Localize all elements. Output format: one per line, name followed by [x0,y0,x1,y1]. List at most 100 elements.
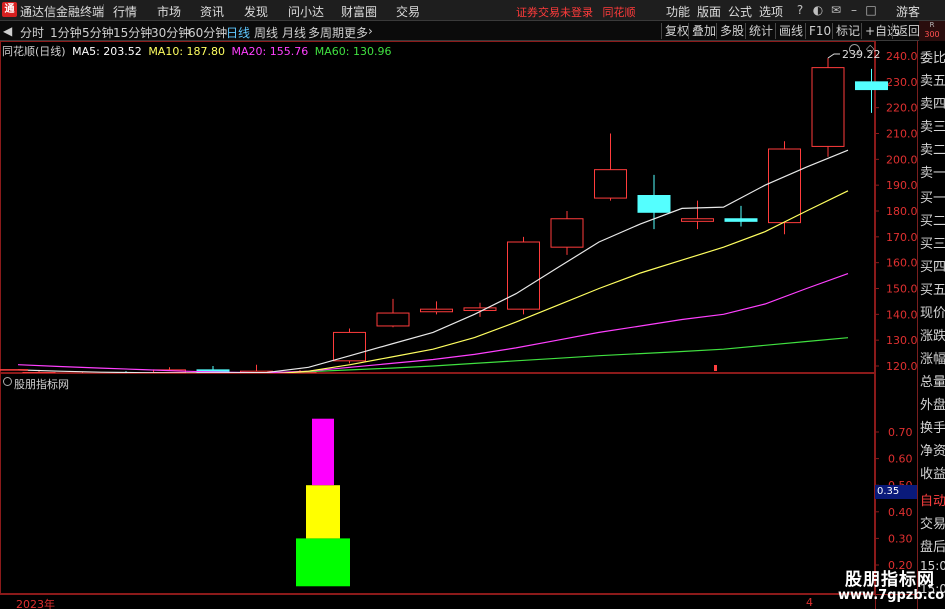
side-panel-item: 买一 [920,191,945,206]
candle-body [594,169,627,199]
side-panel-item: 交易 [920,517,945,532]
period-tab-60min[interactable]: 60分钟 [188,24,227,41]
side-panel-item: 收益 [920,467,945,482]
menu-item-formula[interactable]: 公式 [728,3,752,20]
price-tick-label: 190.0 [886,179,917,192]
side-panel-item: 换手 [920,421,945,436]
menu-item-function[interactable]: 功能 [666,3,690,20]
indicator-chart[interactable]: 0.200.300.400.500.600.70 [0,373,917,609]
period-tab-15min[interactable]: 15分钟 [113,24,152,41]
quote-side-panel: 委比 卖五 卖四 卖三 卖二 卖一 买一 买二 买三 买四 买五 现价 涨跌 涨幅 总量 外盘 换手 净资 收益 自动… [917,41,945,609]
skin-icon[interactable]: ◐ [809,2,827,18]
menu-item-assistant[interactable]: 问小达 [288,3,324,20]
user-label[interactable]: 游客 [896,3,920,20]
candle-body [768,148,801,224]
watermark-title: 股朋指标网 [845,570,935,590]
period-tab-30min[interactable]: 30分钟 [151,24,190,41]
indicator-bar-segment [312,418,334,486]
indicator-tick-label: 0.70 [888,426,913,439]
menu-item-quotes[interactable]: 行情 [113,3,137,20]
menu-bar: 通 通达信金融终端 行情 市场 资讯 发现 问小达 财富圈 交易 证券交易未登录… [0,0,945,21]
period-tab-monthly[interactable]: 月线 [282,24,306,41]
tool-draw-line[interactable]: 画线 [775,23,806,39]
event-marker [714,365,717,371]
side-panel-item: 自动 [920,494,945,509]
message-icon[interactable]: ✉ [827,2,845,18]
candle-body [463,307,497,311]
indicator-settings-icon[interactable] [3,377,12,386]
candlestick-chart[interactable]: 120.0 130.0 140.0 150.0 160.0 170.0 180.0 190.0… [0,41,917,373]
minimize-icon[interactable]: – [845,2,863,18]
chart-expand-icon[interactable]: ◇ [866,42,874,55]
tool-f10[interactable]: F10 [805,23,834,39]
period-tab-timeshare[interactable]: 分时 [20,24,44,41]
ma5-line [17,149,849,373]
tool-statistics[interactable]: 统计 [745,23,776,39]
menu-divider [103,4,104,17]
side-panel-item: 卖五 [920,74,945,89]
side-panel-item: 买三 [920,237,945,252]
price-tick-label: 150.0 [886,283,917,296]
price-tick-label: 230.0 [886,76,917,89]
side-panel-item: 买四 [920,260,945,275]
indicator-bar-segment [296,538,350,587]
price-tick-label: 240.0 [886,50,917,63]
menu-item-discover[interactable]: 发现 [244,3,268,20]
price-tick-label: 170.0 [886,231,917,244]
candle-body [855,81,888,91]
login-notice-text: 证券交易未登录 [516,6,593,19]
side-panel-item: 买二 [920,214,945,229]
period-tab-5min[interactable]: 5分钟 [82,24,114,41]
candle-body [420,308,453,313]
period-tab-more[interactable]: 更多 [344,24,368,41]
tool-mark[interactable]: 标记 [832,23,863,39]
more-chevron-icon[interactable]: › [368,24,373,38]
menu-item-market[interactable]: 市场 [157,3,181,20]
maximize-icon[interactable]: □ [862,2,880,18]
ma10-line [276,190,849,373]
year-label: 2023年 [16,598,55,609]
period-tab-1min[interactable]: 1分钟 [50,24,82,41]
high-annotation-leader [827,53,840,59]
legend-ma5: MA5: 203.52 [72,45,142,58]
candle-body [637,195,671,213]
login-notice[interactable]: 证券交易未登录 同花顺 [516,4,636,20]
help-icon[interactable]: ? [791,2,809,18]
menu-item-options[interactable]: 选项 [759,3,783,20]
menu-item-wealth[interactable]: 财富圈 [341,3,377,20]
side-panel-item: 盘后 [920,540,945,555]
period-tab-weekly[interactable]: 周线 [254,24,278,41]
legend-ma20: MA20: 155.76 [231,45,309,58]
side-panel-item: 涨幅 [920,352,945,367]
candle-body [507,241,540,310]
tool-multi-stock[interactable]: 多股 [716,23,747,39]
corner-badge[interactable]: R 300 [919,21,945,41]
period-tab-multi[interactable]: 多周期 [308,24,344,41]
price-tick-label: 120.0 [886,360,917,373]
period-minute-icon[interactable]: ◀ [3,24,12,38]
tool-overlay[interactable]: 叠加 [688,23,719,39]
side-panel-item: 涨跌 [920,329,945,344]
ma60-line [256,337,849,373]
period-tab-daily[interactable]: 日线 [226,24,250,41]
indicator-frame [0,373,875,594]
menu-item-news[interactable]: 资讯 [200,3,224,20]
menu-item-layout[interactable]: 版面 [697,3,721,20]
indicator-bar-segment [306,485,340,539]
corner-badge-bottom: 300 [924,30,940,39]
side-panel-item: 总量 [920,375,945,390]
corner-badge-top: R [929,21,935,29]
month-label: 4 [806,596,813,609]
ma-legend: 同花顺(日线) MA5: 203.52 MA10: 187.80 MA20: 1… [2,43,394,59]
side-panel-item: 买五 [920,283,945,298]
candle-body [681,218,714,222]
chart-settings-icon[interactable] [849,44,860,55]
side-panel-item: 卖四 [920,97,945,112]
price-tick-label: 200.0 [886,153,917,166]
indicator-tick-label: 0.60 [888,453,913,466]
price-tick-label: 130.0 [886,334,917,347]
side-panel-item: 卖二 [920,143,945,158]
menu-item-trade[interactable]: 交易 [396,3,420,20]
candle-body [811,67,845,147]
legend-ma10: MA10: 187.80 [148,45,226,58]
